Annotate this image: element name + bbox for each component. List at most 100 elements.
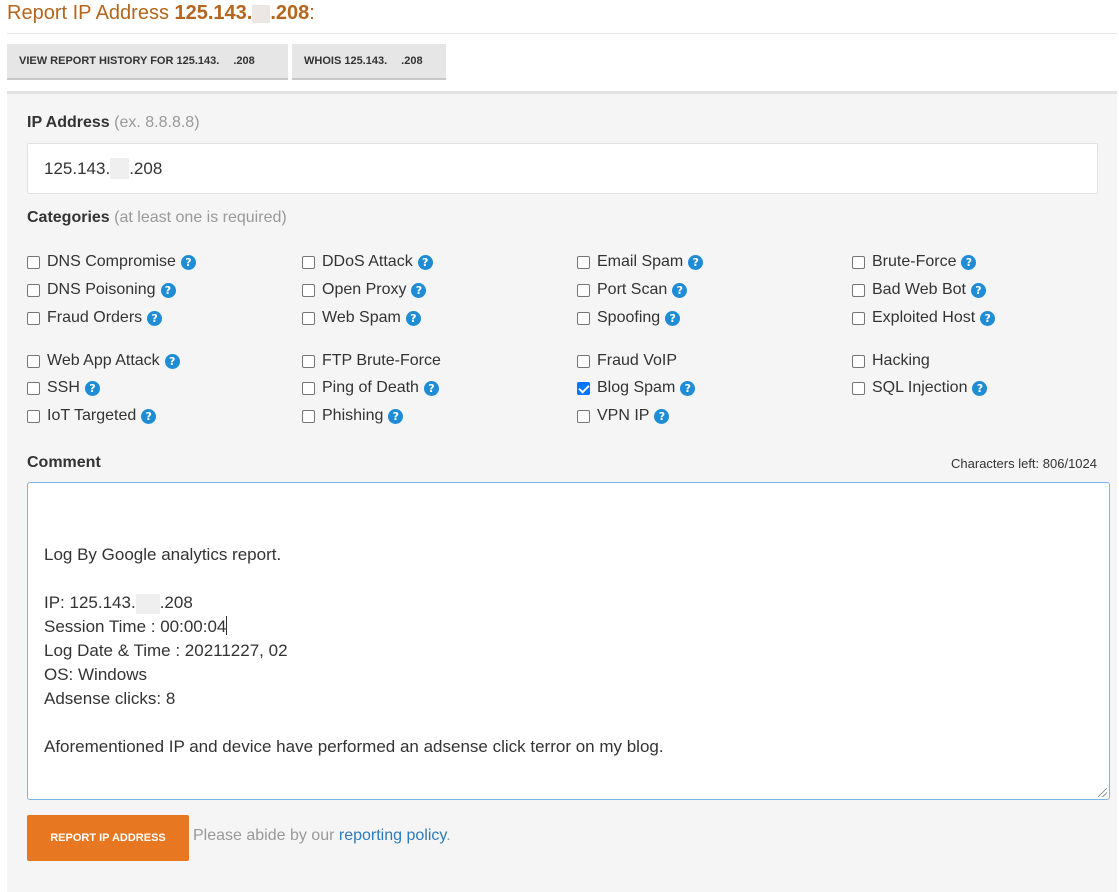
- category-label: Blog Spam: [597, 379, 676, 396]
- category-hacking[interactable]: Hacking: [852, 351, 930, 371]
- checkbox[interactable]: [577, 311, 590, 325]
- help-icon[interactable]: ?: [672, 282, 688, 298]
- checkbox[interactable]: [302, 354, 315, 368]
- reporting-policy-link[interactable]: reporting policy: [339, 827, 446, 844]
- resize-grip-icon[interactable]: [1098, 788, 1107, 797]
- category-label: DDoS Attack: [322, 253, 413, 270]
- category-ftp-brute-force[interactable]: FTP Brute-Force: [302, 351, 441, 371]
- ip-address-label: IP Address (ex. 8.8.8.8): [27, 114, 200, 131]
- help-icon[interactable]: ?: [665, 310, 681, 326]
- help-icon[interactable]: ?: [961, 254, 977, 270]
- checkbox[interactable]: [302, 255, 315, 269]
- comment-line: OS: Windows: [44, 665, 147, 684]
- category-label: SSH: [47, 379, 80, 396]
- category-phishing[interactable]: Phishing?: [302, 406, 404, 426]
- checkbox[interactable]: [577, 409, 590, 423]
- category-sql-injection[interactable]: SQL Injection?: [852, 378, 988, 398]
- checkbox[interactable]: [27, 354, 40, 368]
- checkbox[interactable]: [27, 283, 40, 297]
- category-label: Hacking: [872, 352, 930, 369]
- help-icon[interactable]: ?: [164, 353, 180, 369]
- page-title-prefix: Report IP Address: [7, 2, 175, 24]
- ip-address-input[interactable]: 125.143. .208: [27, 143, 1098, 194]
- category-spoofing[interactable]: Spoofing?: [577, 308, 681, 328]
- checkbox[interactable]: [302, 409, 315, 423]
- help-icon[interactable]: ?: [423, 380, 439, 396]
- comment-line: Adsense clicks: 8: [44, 689, 176, 708]
- category-label: FTP Brute-Force: [322, 352, 441, 369]
- category-port-scan[interactable]: Port Scan?: [577, 280, 688, 300]
- category-label: SQL Injection: [872, 379, 968, 396]
- checkbox[interactable]: [852, 255, 865, 269]
- category-email-spam[interactable]: Email Spam?: [577, 252, 704, 272]
- category-label: Phishing: [322, 407, 384, 424]
- category-label: DNS Poisoning: [47, 281, 156, 298]
- help-icon[interactable]: ?: [147, 310, 163, 326]
- category-label: Exploited Host: [872, 309, 976, 326]
- category-label: Fraud VoIP: [597, 352, 678, 369]
- help-icon[interactable]: ?: [411, 282, 427, 298]
- category-label: Bad Web Bot: [872, 281, 966, 298]
- redacted-octet: [252, 4, 271, 23]
- checkbox[interactable]: [577, 381, 590, 395]
- category-fraud-voip[interactable]: Fraud VoIP: [577, 351, 677, 371]
- help-icon[interactable]: ?: [972, 380, 988, 396]
- help-icon[interactable]: ?: [388, 408, 404, 424]
- category-ssh[interactable]: SSH?: [27, 378, 100, 398]
- report-ip-address-button[interactable]: REPORT IP ADDRESS: [27, 815, 189, 861]
- help-icon[interactable]: ?: [688, 254, 704, 270]
- help-icon[interactable]: ?: [405, 310, 421, 326]
- help-icon[interactable]: ?: [980, 310, 996, 326]
- view-report-history-button[interactable]: VIEW REPORT HISTORY FOR 125.143. .208: [7, 44, 288, 80]
- category-brute-force[interactable]: Brute-Force?: [852, 252, 977, 272]
- checkbox[interactable]: [852, 381, 865, 395]
- comment-line: Log By Google analytics report.: [44, 545, 282, 564]
- checkbox[interactable]: [302, 311, 315, 325]
- category-dns-compromise[interactable]: DNS Compromise?: [27, 252, 196, 272]
- checkbox[interactable]: [27, 255, 40, 269]
- category-label: Web Spam: [322, 309, 401, 326]
- checkbox[interactable]: [27, 409, 40, 423]
- title-divider: [7, 33, 1117, 34]
- checkbox[interactable]: [577, 255, 590, 269]
- checkbox[interactable]: [27, 381, 40, 395]
- help-icon[interactable]: ?: [84, 380, 100, 396]
- help-icon[interactable]: ?: [417, 254, 433, 270]
- checkbox[interactable]: [577, 283, 590, 297]
- category-dns-poisoning[interactable]: DNS Poisoning?: [27, 280, 176, 300]
- category-iot-targeted[interactable]: IoT Targeted?: [27, 406, 157, 426]
- comment-textarea[interactable]: Log By Google analytics report. IP: 125.1…: [27, 482, 1110, 800]
- checkbox[interactable]: [852, 311, 865, 325]
- category-label: DNS Compromise: [47, 253, 176, 270]
- help-icon[interactable]: ?: [680, 380, 696, 396]
- help-icon[interactable]: ?: [970, 282, 986, 298]
- comment-line: [44, 711, 1093, 735]
- whois-button[interactable]: WHOIS 125.143. .208: [292, 44, 446, 80]
- checkbox[interactable]: [302, 283, 315, 297]
- page-title-ip: 125.143. .208: [174, 2, 310, 24]
- help-icon[interactable]: ?: [180, 254, 196, 270]
- category-exploited-host[interactable]: Exploited Host?: [852, 308, 996, 328]
- help-icon[interactable]: ?: [654, 408, 670, 424]
- comment-line: Session Time : 00:00:04: [44, 616, 228, 636]
- characters-left-counter: Characters left: 806/1024: [951, 456, 1097, 471]
- help-icon[interactable]: ?: [141, 408, 157, 424]
- checkbox[interactable]: [852, 283, 865, 297]
- checkbox[interactable]: [27, 311, 40, 325]
- category-web-spam[interactable]: Web Spam?: [302, 308, 421, 328]
- checkbox[interactable]: [302, 381, 315, 395]
- help-icon[interactable]: ?: [160, 282, 176, 298]
- checkbox[interactable]: [852, 354, 865, 368]
- category-web-app-attack[interactable]: Web App Attack?: [27, 351, 180, 371]
- category-vpn-ip[interactable]: VPN IP?: [577, 406, 670, 426]
- category-fraud-orders[interactable]: Fraud Orders?: [27, 308, 163, 328]
- category-ping-of-death[interactable]: Ping of Death?: [302, 378, 439, 398]
- category-bad-web-bot[interactable]: Bad Web Bot?: [852, 280, 986, 300]
- category-ddos-attack[interactable]: DDoS Attack?: [302, 252, 433, 272]
- checkbox[interactable]: [577, 354, 590, 368]
- category-blog-spam[interactable]: Blog Spam?: [577, 378, 696, 398]
- comment-line: [44, 567, 1093, 591]
- comment-label: Comment: [27, 454, 101, 471]
- category-open-proxy[interactable]: Open Proxy?: [302, 280, 427, 300]
- category-label: Ping of Death: [322, 379, 419, 396]
